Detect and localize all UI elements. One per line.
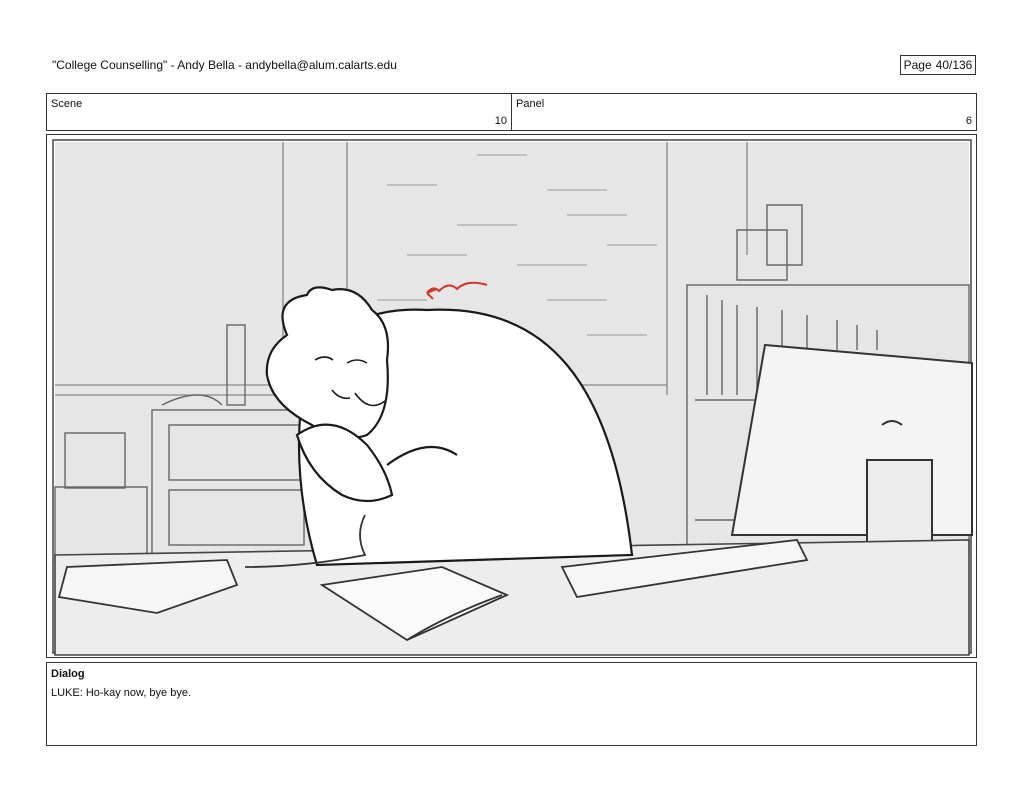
dialog-label: Dialog (51, 668, 85, 680)
panel-cell: Panel 6 (511, 94, 976, 130)
page-indicator: Page 40/136 (900, 55, 976, 75)
storyboard-panel (46, 134, 977, 658)
scene-label: Scene (51, 98, 83, 110)
board-title: "College Counselling" - Andy Bella - and… (52, 58, 397, 72)
scene-panel-row: Scene 10 Panel 6 (46, 93, 977, 131)
storyboard-sketch (52, 139, 973, 656)
scene-cell: Scene 10 (47, 94, 511, 130)
dialog-box: Dialog LUKE: Ho-kay now, bye bye. (46, 662, 977, 746)
page-number: 40/136 (935, 58, 973, 72)
panel-number: 6 (965, 115, 972, 127)
page-label: Page (903, 58, 932, 72)
scene-number: 10 (494, 115, 507, 127)
dialog-text: LUKE: Ho-kay now, bye bye. (51, 687, 192, 699)
panel-label: Panel (516, 98, 545, 110)
